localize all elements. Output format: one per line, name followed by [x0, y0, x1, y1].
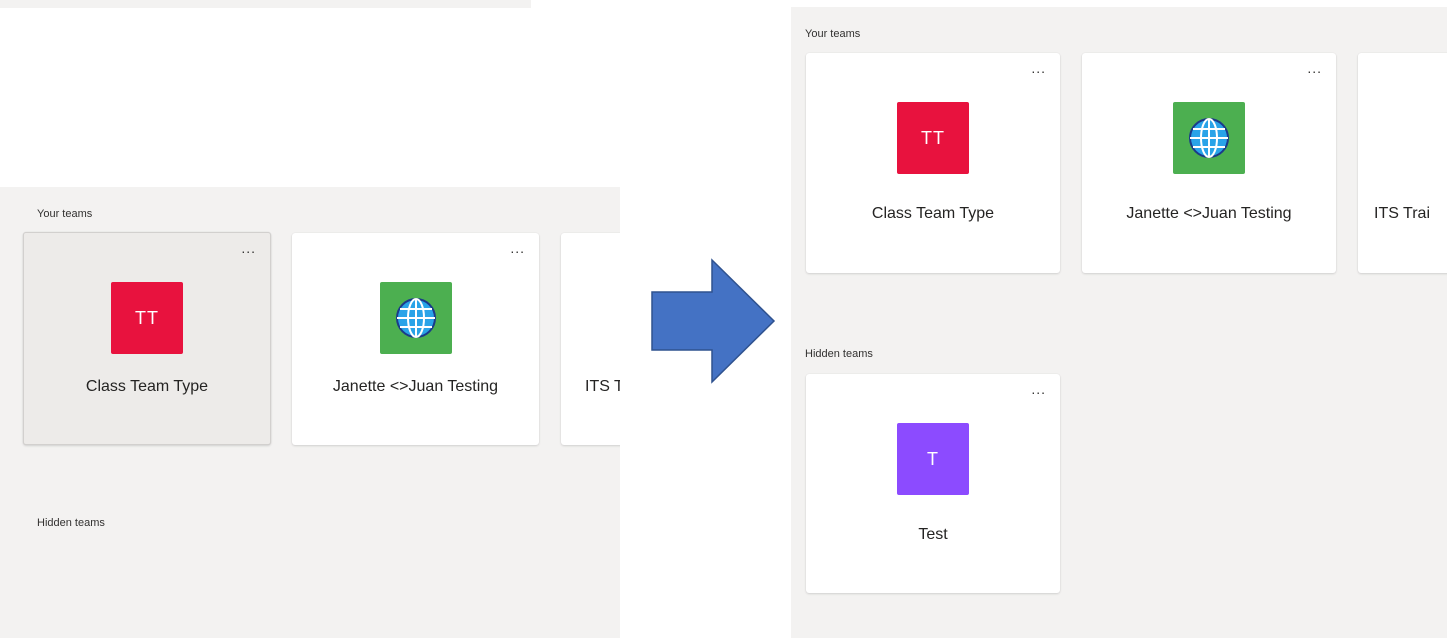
more-options-button[interactable]: ...	[241, 241, 256, 255]
more-options-button[interactable]: ...	[1031, 61, 1046, 75]
globe-icon	[1189, 118, 1229, 158]
right-arrow-icon	[651, 258, 776, 384]
top-strip	[0, 0, 531, 8]
team-card-class-team-type[interactable]: ... TT Class Team Type	[806, 53, 1060, 273]
team-name: Janette <>Juan Testing	[332, 378, 499, 395]
team-initials: T	[927, 448, 939, 469]
team-card-its-partial[interactable]: ITS Trai	[1358, 53, 1447, 273]
more-options-button[interactable]: ...	[1031, 382, 1046, 396]
more-options-button[interactable]: ...	[510, 241, 525, 255]
team-card-janette-juan-testing[interactable]: ... Janette <>Juan Testing	[292, 233, 539, 445]
hidden-teams-heading: Hidden teams	[805, 348, 873, 360]
team-name: ITS T	[585, 378, 620, 395]
team-avatar-tt: TT	[897, 102, 969, 174]
more-options-button[interactable]: ...	[1307, 61, 1322, 75]
team-name: Janette <>Juan Testing	[1126, 205, 1292, 222]
globe-icon	[395, 298, 436, 338]
your-teams-heading: Your teams	[805, 28, 861, 40]
team-name: Class Team Type	[871, 205, 995, 222]
before-panel: Your teams ... TT Class Team Type ... Ja…	[0, 187, 620, 638]
team-initials: TT	[135, 307, 159, 328]
team-name: ITS Trai	[1374, 205, 1431, 222]
team-name: Class Team Type	[85, 378, 209, 395]
team-card-test[interactable]: ... T Test	[806, 374, 1060, 593]
team-card-janette-juan-testing[interactable]: ... Janette <>Juan Testing	[1082, 53, 1336, 273]
hidden-teams-heading: Hidden teams	[37, 517, 105, 529]
team-avatar-tt: TT	[111, 282, 183, 354]
team-avatar-t: T	[897, 423, 969, 495]
team-avatar-globe	[1173, 102, 1245, 174]
your-teams-heading: Your teams	[37, 208, 93, 220]
after-panel: Your teams ... TT Class Team Type ... Ja…	[791, 7, 1447, 638]
team-name: Test	[918, 526, 948, 543]
team-card-class-team-type[interactable]: ... TT Class Team Type	[23, 232, 271, 445]
team-avatar-globe	[379, 282, 452, 354]
team-card-its-partial[interactable]: ITS T	[561, 233, 620, 445]
team-initials: TT	[921, 127, 945, 148]
